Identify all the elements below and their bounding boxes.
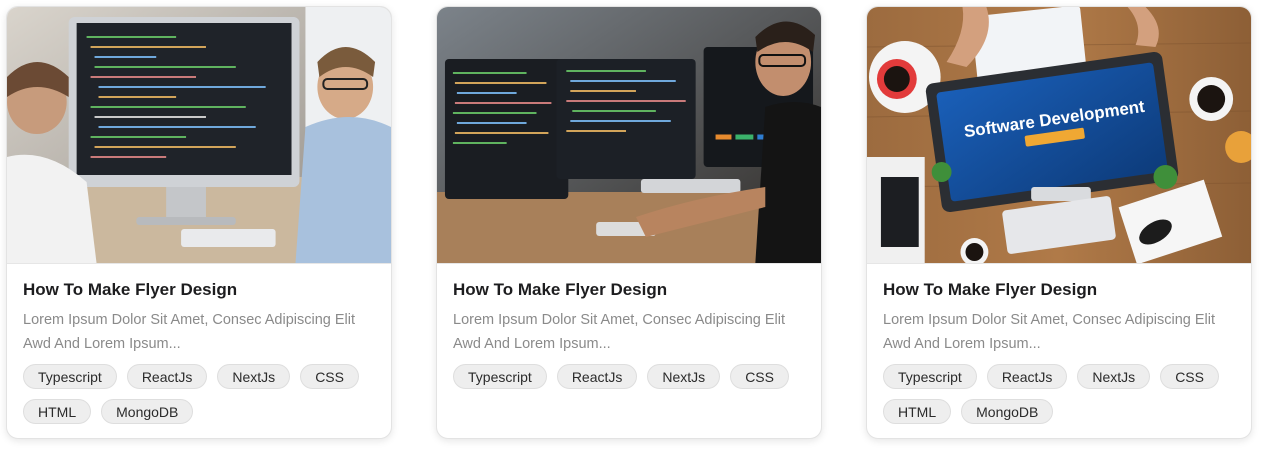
card-image[interactable] [7,7,391,264]
tag-reactjs[interactable]: ReactJs [126,364,208,389]
card-description: Lorem Ipsum Dolor Sit Amet, Consec Adipi… [453,312,786,352]
tag-reactjs[interactable]: ReactJs [556,364,638,389]
tag-nextjs[interactable]: NextJs [647,364,721,389]
blog-card[interactable]: How To Make Flyer Design Lorem Ipsum Dol… [6,6,392,439]
card-image[interactable] [437,7,821,264]
tag-typescript[interactable]: Typescript [883,364,977,389]
tag-mongodb[interactable]: MongoDB [101,399,194,424]
tag-html[interactable]: HTML [883,399,952,424]
card-title[interactable]: How To Make Flyer Design [23,280,375,300]
tag-nextjs[interactable]: NextJs [1077,364,1151,389]
card-description: Lorem Ipsum Dolor Sit Amet, Consec Adipi… [883,312,1216,352]
tag-list: Typescript ReactJs NextJs CSS HTML Mongo… [883,364,1233,424]
card-image[interactable]: Software Development [867,7,1251,264]
tag-reactjs[interactable]: ReactJs [986,364,1068,389]
card-title[interactable]: How To Make Flyer Design [883,280,1235,300]
blog-card[interactable]: Software Development How To Make Flyer D… [866,6,1252,439]
card-grid: How To Make Flyer Design Lorem Ipsum Dol… [6,6,1252,439]
tag-nextjs[interactable]: NextJs [217,364,291,389]
tag-css[interactable]: CSS [300,364,359,389]
tag-css[interactable]: CSS [730,364,789,389]
tag-typescript[interactable]: Typescript [23,364,117,389]
card-title[interactable]: How To Make Flyer Design [453,280,805,300]
tag-list: Typescript ReactJs NextJs CSS [453,364,803,389]
tag-html[interactable]: HTML [23,399,92,424]
tag-list: Typescript ReactJs NextJs CSS HTML Mongo… [23,364,373,424]
tag-css[interactable]: CSS [1160,364,1219,389]
blog-card[interactable]: How To Make Flyer Design Lorem Ipsum Dol… [436,6,822,439]
card-description: Lorem Ipsum Dolor Sit Amet, Consec Adipi… [23,312,356,352]
tag-mongodb[interactable]: MongoDB [961,399,1054,424]
tag-typescript[interactable]: Typescript [453,364,547,389]
